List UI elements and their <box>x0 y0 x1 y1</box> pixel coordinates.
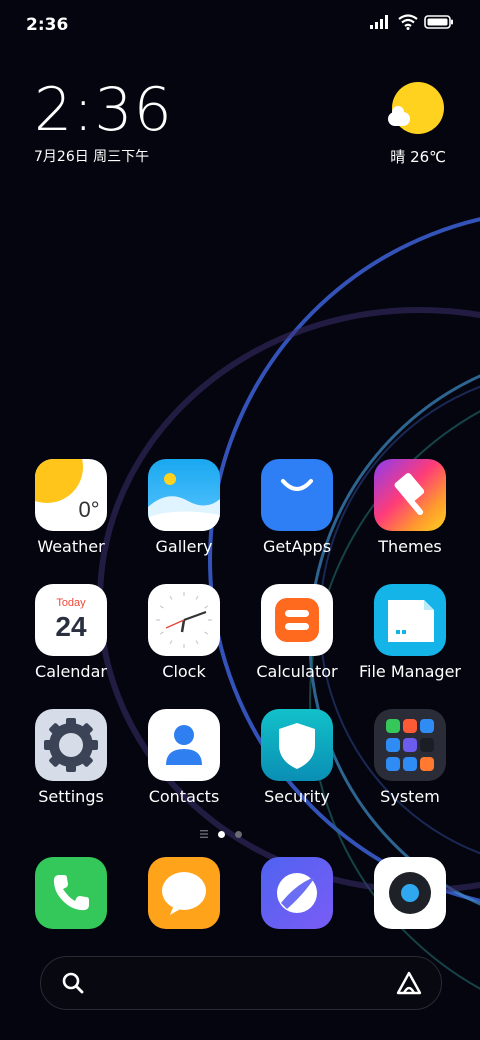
app-label: Clock <box>162 662 206 681</box>
status-icons <box>370 14 454 30</box>
page-indicator[interactable] <box>200 830 242 838</box>
calendar-icon: Today 24 <box>35 584 107 656</box>
search-icon[interactable] <box>61 971 85 995</box>
weather-app-temp: 0° <box>78 497 99 522</box>
dock-camera[interactable] <box>374 857 446 929</box>
gallery-icon <box>148 459 220 531</box>
settings-icon <box>35 709 107 781</box>
dock-messages[interactable] <box>148 857 220 929</box>
clock-icon <box>148 584 220 656</box>
status-time: 2:36 <box>26 15 69 35</box>
phone-icon <box>35 857 107 929</box>
app-label: GetApps <box>262 537 332 556</box>
messages-icon <box>148 857 220 929</box>
widget-time: 2:36 <box>34 75 173 145</box>
status-bar: 2:36 <box>0 0 480 50</box>
file-manager-icon <box>374 584 446 656</box>
camera-icon <box>374 857 446 929</box>
app-label: Weather <box>37 537 105 556</box>
weather-condition: 晴 <box>390 148 406 166</box>
calendar-today-label: Today <box>56 597 86 609</box>
menu-lines-icon <box>200 830 208 838</box>
system-folder-icon <box>374 709 446 781</box>
app-label: Contacts <box>148 787 220 806</box>
weather-summary: 晴 26℃ <box>390 146 446 167</box>
themes-icon <box>374 459 446 531</box>
app-label: Themes <box>378 537 442 556</box>
contacts-icon <box>148 709 220 781</box>
app-getapps[interactable]: GetApps <box>241 459 353 569</box>
app-label: System <box>380 787 440 806</box>
calendar-day-number: 24 <box>55 611 87 642</box>
page-dot[interactable] <box>235 830 242 838</box>
app-label: Calculator <box>256 662 338 681</box>
battery-icon <box>424 15 453 29</box>
app-gallery[interactable]: Gallery <box>128 459 240 569</box>
search-bar[interactable] <box>40 956 442 1010</box>
app-themes[interactable]: Themes <box>354 459 466 569</box>
app-label: Gallery <box>155 537 213 556</box>
app-security[interactable]: Security <box>241 709 353 819</box>
page-dot-active[interactable] <box>218 830 225 838</box>
app-label: Security <box>264 787 330 806</box>
assistant-icon[interactable] <box>395 970 423 996</box>
wifi-icon <box>398 14 418 30</box>
weather-widget[interactable]: 晴 26℃ <box>384 82 446 172</box>
app-settings[interactable]: Settings <box>15 709 127 819</box>
app-calendar[interactable]: Today 24 Calendar <box>15 584 127 694</box>
widget-date: 7月26日 周三下午 <box>34 149 150 165</box>
app-clock[interactable]: Clock <box>128 584 240 694</box>
weather-temperature: 26℃ <box>410 148 446 166</box>
clock-widget[interactable]: 2:36 7月26日 周三下午 <box>34 78 173 166</box>
browser-icon <box>261 857 333 929</box>
dock-phone[interactable] <box>35 857 107 929</box>
app-label: Settings <box>38 787 104 806</box>
app-contacts[interactable]: Contacts <box>128 709 240 819</box>
getapps-icon <box>261 459 333 531</box>
calculator-icon <box>261 584 333 656</box>
app-system-folder[interactable]: System <box>354 709 466 819</box>
app-label: Calendar <box>35 662 107 681</box>
app-weather[interactable]: 0° Weather <box>15 459 127 569</box>
app-calculator[interactable]: Calculator <box>241 584 353 694</box>
signal-icon <box>370 15 388 29</box>
app-file-manager[interactable]: File Manager <box>354 584 466 694</box>
app-label: File Manager <box>359 662 461 681</box>
security-icon <box>261 709 333 781</box>
dock-browser[interactable] <box>261 857 333 929</box>
weather-icon: 0° <box>35 459 107 531</box>
